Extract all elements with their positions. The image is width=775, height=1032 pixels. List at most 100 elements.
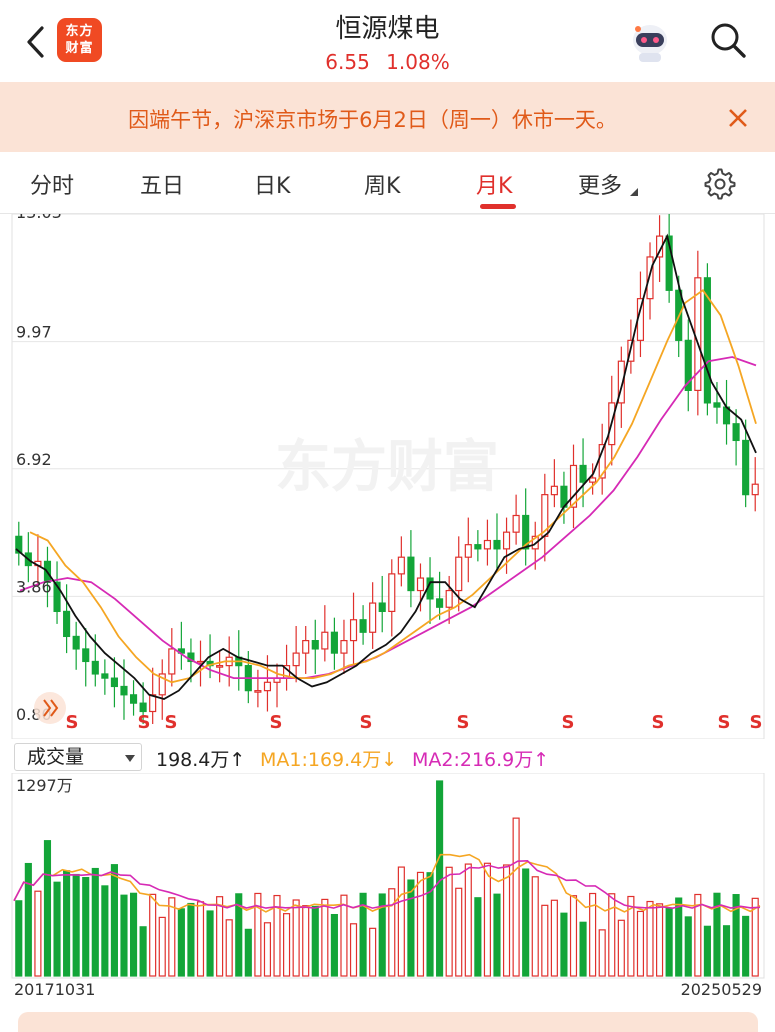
close-icon[interactable] [724,104,752,132]
candle-body [129,694,138,704]
bottom-panel-edge [18,1012,758,1032]
candle-body [330,631,338,654]
top-header: 东方 财富 恒源煤电 6.55 1.08% [0,0,775,82]
volume-bar [541,904,549,977]
volume-bar [455,887,463,977]
volume-bar [34,890,42,977]
volume-bar [474,897,482,977]
volume-bar [703,925,711,977]
volume-bar [416,871,425,977]
candle-body [455,556,463,592]
signal-s-marker: S [562,712,575,733]
candle-body [464,544,472,558]
candle-body [483,539,491,550]
tab-more[interactable]: 更多 [578,168,639,200]
volume-bar [82,876,90,977]
volume-bar [493,893,501,977]
volume-bar [445,866,453,977]
robot-avatar-icon[interactable] [628,20,672,64]
volume-bar [512,817,520,977]
double-chevron-icon[interactable] [34,692,66,724]
candle-body [550,485,558,496]
volume-bar [129,892,138,977]
holiday-notice-banner: 因端午节，沪深京市场于6月2日（周一）休市一天。 [0,82,775,152]
tab-monthly-k[interactable]: 月K [476,168,512,200]
candle-body [216,665,224,668]
volume-bar [502,864,511,977]
signal-s-marker: S [165,712,178,733]
watermark: 东方财富 [275,435,499,500]
volume-bar [598,929,606,977]
notice-text: 因端午节，沪深京市场于6月2日（周一）休市一天。 [128,108,617,132]
current-volume-value: 198.4万 [156,749,230,771]
tab-daily-k[interactable]: 日K [254,168,290,200]
caret-down-icon [630,188,639,196]
candle-body [292,652,300,667]
volume-bar [426,872,434,977]
volume-bar [636,910,645,977]
tab-intraday[interactable]: 分时 [30,168,74,200]
period-tabs: 分时 五日 日K 周K 月K 更多 [0,152,775,214]
volume-bar [292,899,300,977]
volume-bar [244,928,252,977]
volume-bar [483,862,491,977]
candle-body [321,631,329,650]
tab-weekly-k[interactable]: 周K [364,168,400,200]
volume-bar [15,900,23,977]
current-price: 6.55 [325,50,370,74]
candle-body [302,639,310,654]
candle-body [139,702,147,713]
candle-body [416,577,425,592]
volume-bar [608,893,616,977]
candle-body [91,660,99,675]
candle-body [474,544,482,550]
candle-body [445,589,453,608]
signal-s-marker: S [652,712,665,733]
tab-five-day[interactable]: 五日 [140,168,184,200]
volume-bar [665,907,673,977]
candle-body [407,556,415,592]
volume-bar [43,840,52,977]
candle-body [72,635,80,650]
volume-bar [302,905,310,977]
volume-chart[interactable]: 1297万 20171031 20250529 [0,773,775,1003]
volume-bar [91,867,99,977]
candle-body [732,423,740,442]
signal-s-marker: S [270,712,283,733]
change-percent: 1.08% [386,50,450,74]
monthly-k-chart[interactable]: 东方财富 13.039.976.923.860.80 SSSSSSSSSS [0,214,775,739]
volume-bar [149,893,157,977]
candle-body [579,464,587,483]
gear-icon[interactable] [704,168,736,200]
candle-body [751,483,759,496]
volume-bar [531,876,539,977]
candle-body [120,685,128,696]
volume-bar [120,894,128,977]
volume-bar [177,908,185,977]
candle-body [397,556,405,575]
volume-max-label: 1297万 [16,776,73,795]
volume-bar [63,870,71,977]
candle-body [349,619,358,642]
candle-body [263,681,272,692]
volume-bar [369,927,377,977]
candle-body [512,514,520,533]
volume-bar [330,913,338,977]
candle-body [63,610,71,638]
volume-bar [742,915,750,977]
candle-body [311,639,319,650]
candle-body [340,639,348,654]
signal-s-marker: S [66,712,79,733]
price-axis-label: 3.86 [16,577,52,596]
signal-s-marker: S [138,712,151,733]
active-tab-indicator [480,204,516,209]
indicator-select[interactable]: 成交量 [14,743,142,771]
candle-body [254,690,262,693]
candle-body [359,619,367,633]
volume-bar [72,873,80,977]
candle-body [168,648,176,675]
search-icon[interactable] [708,20,748,60]
volume-bar [560,912,568,977]
volume-bar [397,866,405,977]
candle-body [646,256,654,300]
